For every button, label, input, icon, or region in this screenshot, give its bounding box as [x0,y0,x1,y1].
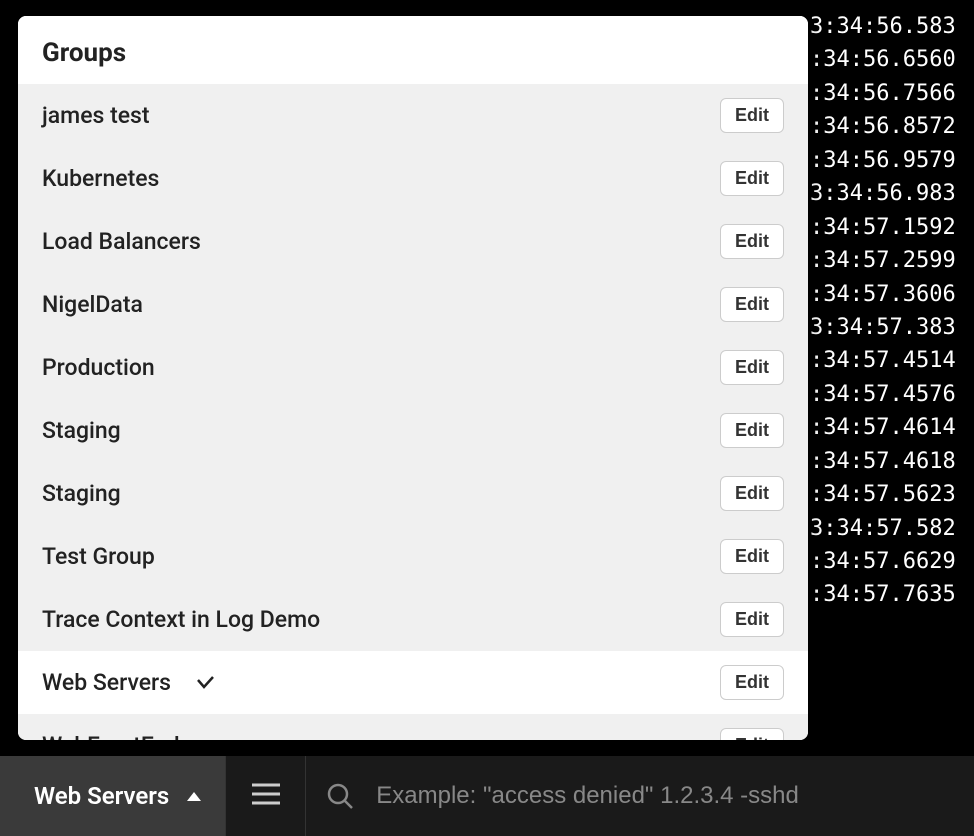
dropdown-header: Groups [18,16,808,84]
edit-button[interactable]: Edit [720,728,784,740]
caret-up-icon [187,792,201,801]
group-item[interactable]: Load Balancers Edit [18,210,808,273]
group-item[interactable]: Trace Context in Log Demo Edit [18,588,808,651]
group-item[interactable]: james test Edit [18,84,808,147]
group-item[interactable]: Staging Edit [18,399,808,462]
search-icon [326,782,354,810]
edit-button[interactable]: Edit [720,413,784,448]
edit-button[interactable]: Edit [720,224,784,259]
menu-button[interactable] [225,756,305,836]
edit-button[interactable]: Edit [720,665,784,700]
group-item[interactable]: Staging Edit [18,462,808,525]
group-item-label: Staging [42,417,121,444]
edit-button[interactable]: Edit [720,287,784,322]
group-item-label: Kubernetes [42,165,159,192]
group-item-label: Test Group [42,543,155,570]
search-area [305,756,974,836]
group-item-label: james test [42,102,150,129]
edit-button[interactable]: Edit [720,602,784,637]
groups-list[interactable]: james testEditKubernetesEditLoad Balance… [18,84,808,740]
group-item-label: Production [42,354,155,381]
bottom-bar: Web Servers [0,756,974,836]
groups-dropdown: Groups james testEditKubernetesEditLoad … [18,16,808,740]
group-item-label: WebFrontEnd [42,732,180,740]
group-item-label: Web Servers [42,669,171,696]
group-item[interactable]: Web Servers Edit [18,651,808,714]
group-item-label: Trace Context in Log Demo [42,606,320,633]
edit-button[interactable]: Edit [720,98,784,133]
group-selector-button[interactable]: Web Servers [0,756,225,836]
group-item-label: Load Balancers [42,228,201,255]
edit-button[interactable]: Edit [720,161,784,196]
group-item[interactable]: WebFrontEnd Edit [18,714,808,740]
edit-button[interactable]: Edit [720,476,784,511]
group-item[interactable]: NigelData Edit [18,273,808,336]
selected-group-label: Web Servers [34,782,169,810]
group-item[interactable]: Test Group Edit [18,525,808,588]
group-item[interactable]: Kubernetes Edit [18,147,808,210]
group-item[interactable]: Production Edit [18,336,808,399]
edit-button[interactable]: Edit [720,539,784,574]
search-input[interactable] [376,782,954,810]
group-item-label: NigelData [42,291,143,318]
check-icon [195,673,215,693]
edit-button[interactable]: Edit [720,350,784,385]
group-item-label: Staging [42,480,121,507]
hamburger-icon [251,782,281,810]
